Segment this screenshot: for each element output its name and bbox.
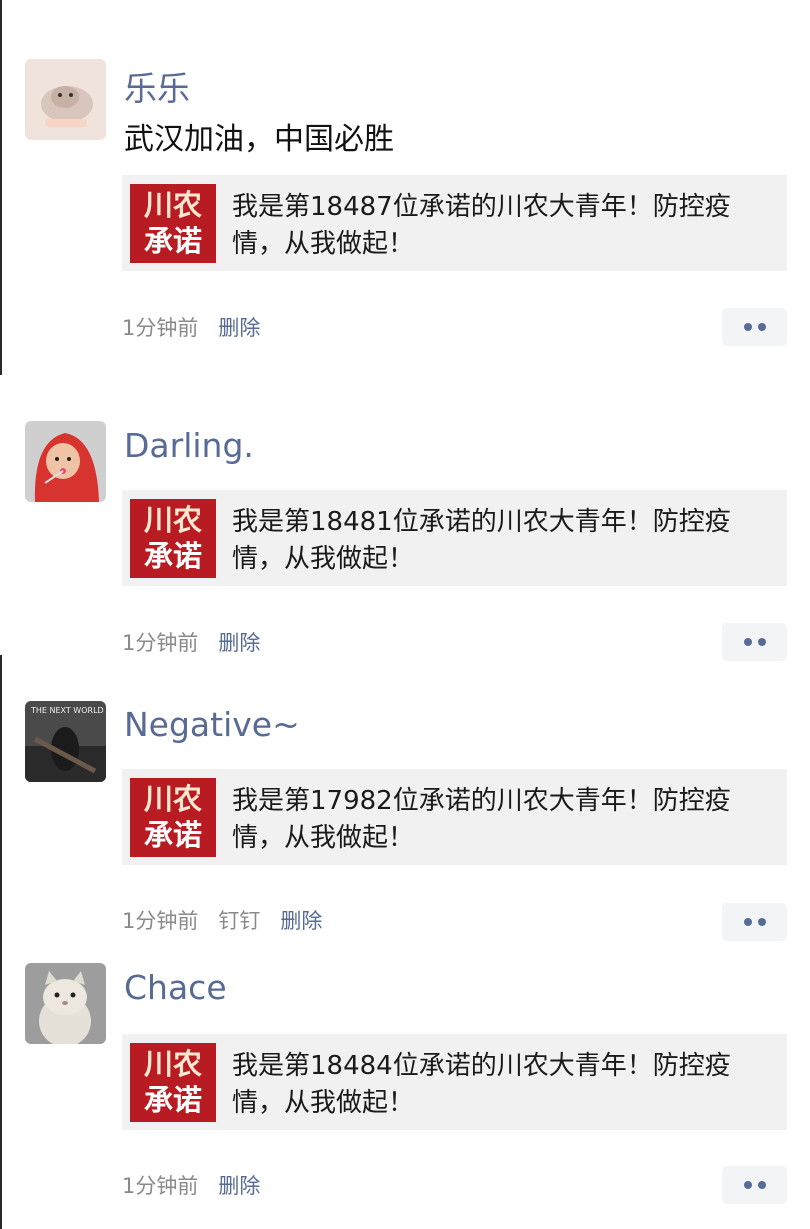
more-button[interactable]: [722, 903, 787, 941]
more-button[interactable]: [722, 308, 787, 346]
card-text: 我是第18481位承诺的川农大青年！防控疫情，从我做起！: [232, 507, 731, 574]
delete-link[interactable]: 删除: [280, 909, 322, 933]
user-name[interactable]: Negative~: [124, 705, 300, 744]
child-red-hood-avatar-icon[interactable]: [25, 421, 106, 502]
chuannong-logo: 川农 承诺: [130, 184, 216, 263]
dot-icon: [758, 323, 766, 331]
chuannong-logo: 川农 承诺: [130, 499, 216, 578]
chuannong-logo: 川农 承诺: [130, 1043, 216, 1122]
card-text: 我是第18484位承诺的川农大青年！防控疫情，从我做起！: [232, 1051, 731, 1118]
card-text: 我是第17982位承诺的川农大青年！防控疫情，从我做起！: [232, 786, 731, 853]
post-meta: 1分钟前 删除: [122, 312, 280, 342]
chuannong-logo: 川农 承诺: [130, 778, 216, 857]
post-meta: 1分钟前 删除: [122, 627, 280, 657]
delete-link[interactable]: 删除: [218, 631, 260, 655]
left-divider: [0, 655, 2, 1229]
user-name[interactable]: Darling.: [124, 426, 254, 465]
source-tag: 钉钉: [218, 909, 261, 933]
dot-icon: [744, 1181, 752, 1189]
post-time: 1分钟前: [122, 909, 199, 933]
more-button[interactable]: [722, 1166, 787, 1204]
delete-link[interactable]: 删除: [218, 316, 260, 340]
shared-link-card[interactable]: 川农 承诺 我是第17982位承诺的川农大青年！防控疫情，从我做起！: [122, 769, 787, 865]
user-name[interactable]: Chace: [124, 968, 227, 1007]
dot-icon: [744, 638, 752, 646]
the-next-world-avatar-icon[interactable]: THE NEXT WORLD: [25, 701, 106, 782]
dot-icon: [744, 323, 752, 331]
shared-link-card[interactable]: 川农 承诺 我是第18487位承诺的川农大青年！防控疫情，从我做起！: [122, 175, 787, 271]
shared-link-card[interactable]: 川农 承诺 我是第18484位承诺的川农大青年！防控疫情，从我做起！: [122, 1034, 787, 1130]
post-time: 1分钟前: [122, 316, 199, 340]
dot-icon: [744, 918, 752, 926]
dot-icon: [758, 918, 766, 926]
svg-text:THE NEXT WORLD: THE NEXT WORLD: [30, 706, 104, 715]
more-button[interactable]: [722, 623, 787, 661]
cat-avatar-icon[interactable]: [25, 963, 106, 1044]
post-text: 武汉加油，中国必胜: [124, 122, 394, 157]
post-time: 1分钟前: [122, 1174, 199, 1198]
post-time: 1分钟前: [122, 631, 199, 655]
dot-icon: [758, 1181, 766, 1189]
shared-link-card[interactable]: 川农 承诺 我是第18481位承诺的川农大青年！防控疫情，从我做起！: [122, 490, 787, 586]
hamster-avatar-icon[interactable]: [25, 59, 106, 140]
dot-icon: [758, 638, 766, 646]
post-meta: 1分钟前 删除: [122, 1170, 280, 1200]
delete-link[interactable]: 删除: [218, 1174, 260, 1198]
left-divider: [0, 0, 2, 375]
post-meta: 1分钟前 钉钉 删除: [122, 905, 342, 935]
card-text: 我是第18487位承诺的川农大青年！防控疫情，从我做起！: [232, 192, 731, 259]
user-name[interactable]: 乐乐: [124, 62, 190, 110]
